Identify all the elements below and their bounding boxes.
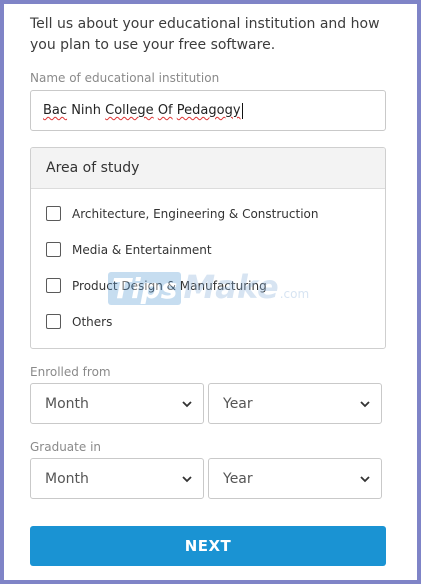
graduate-year-value: Year	[223, 470, 253, 487]
checkbox-media[interactable]	[46, 242, 61, 257]
option-product-design[interactable]: Product Design & Manufacturing	[46, 278, 267, 293]
option-architecture[interactable]: Architecture, Engineering & Construction	[46, 206, 319, 221]
checkbox-others[interactable]	[46, 314, 61, 329]
chevron-down-icon	[182, 475, 192, 482]
intro-line-2: you plan to use your free software.	[30, 37, 276, 53]
option-media[interactable]: Media & Entertainment	[46, 242, 212, 257]
enrolled-label: Enrolled from	[30, 365, 111, 379]
enrolled-year-value: Year	[223, 395, 253, 412]
option-others[interactable]: Others	[46, 314, 112, 329]
area-of-study-title: Area of study	[31, 148, 385, 189]
intro-line-1: Tell us about your educational instituti…	[30, 16, 380, 32]
checkbox-architecture[interactable]	[46, 206, 61, 221]
institution-word-2: Ninh	[71, 103, 102, 118]
chevron-down-icon	[360, 475, 370, 482]
area-of-study-box: Area of study Architecture, Engineering …	[30, 147, 386, 349]
option-product-design-label: Product Design & Manufacturing	[72, 278, 267, 293]
graduate-month-value: Month	[45, 470, 89, 487]
next-button[interactable]: NEXT	[30, 526, 386, 566]
chevron-down-icon	[360, 400, 370, 407]
graduate-month-select[interactable]: Month	[30, 458, 204, 499]
graduate-label: Graduate in	[30, 440, 102, 454]
graduate-year-select[interactable]: Year	[208, 458, 382, 499]
institution-word-3: College	[105, 103, 154, 118]
enrolled-year-select[interactable]: Year	[208, 383, 382, 424]
text-caret	[241, 102, 243, 119]
chevron-down-icon	[182, 400, 192, 407]
checkbox-product-design[interactable]	[46, 278, 61, 293]
option-media-label: Media & Entertainment	[72, 242, 212, 257]
institution-label: Name of educational institution	[30, 71, 220, 85]
institution-word-4: Of	[157, 103, 173, 118]
institution-word-5: Pedagogy	[176, 103, 241, 118]
option-others-label: Others	[72, 314, 113, 329]
enrolled-month-value: Month	[45, 395, 89, 412]
institution-input[interactable]: Bac Ninh College Of Pedagogy	[30, 90, 386, 131]
institution-word-1: Bac	[43, 103, 68, 118]
form-frame: Tell us about your educational instituti…	[0, 0, 421, 584]
option-architecture-label: Architecture, Engineering & Construction	[72, 206, 319, 221]
intro-text: Tell us about your educational instituti…	[30, 14, 400, 56]
enrolled-month-select[interactable]: Month	[30, 383, 204, 424]
